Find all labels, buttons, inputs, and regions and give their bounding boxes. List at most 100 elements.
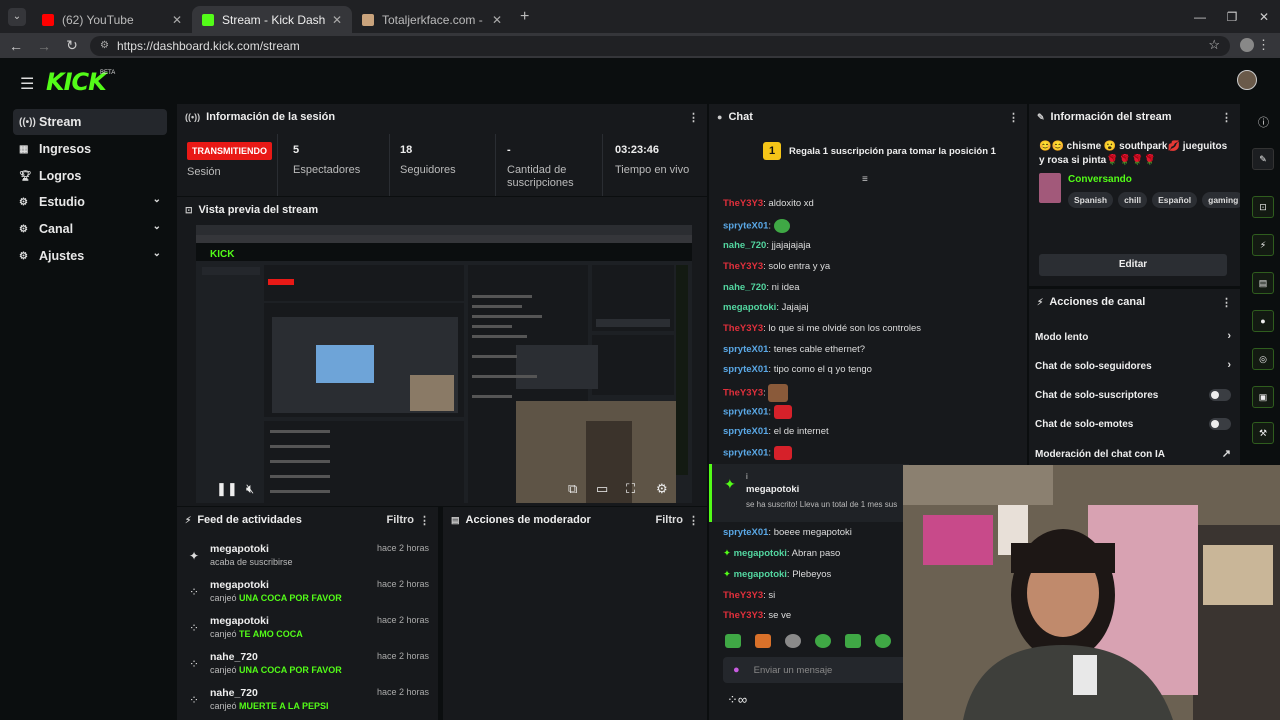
info-icon[interactable]: ⓘ — [1258, 114, 1269, 130]
kebab-menu-icon[interactable]: ⋮ — [1221, 296, 1232, 309]
gear-icon[interactable]: ⚙ — [656, 481, 668, 497]
kick-logo[interactable]: KICK — [46, 68, 107, 96]
trophy-icon: 🏆︎ — [19, 170, 32, 182]
chat-message: TheY3Y3: solo entra y ya — [723, 261, 831, 272]
action-slow-mode[interactable]: Modo lento › — [1035, 330, 1231, 343]
filter-button[interactable]: Filtro — [656, 514, 684, 526]
close-tab-icon[interactable]: ✕ — [172, 13, 182, 27]
sidebar-item-estudio[interactable]: ⚙ Estudio ⌄ — [13, 189, 167, 215]
browser-profile-avatar[interactable] — [1240, 38, 1254, 52]
hamburger-menu-icon[interactable]: ☰ — [20, 74, 34, 94]
pause-icon[interactable]: ❚❚ — [216, 481, 238, 497]
browser-menu-icon[interactable]: ⋮ — [1257, 37, 1270, 53]
activity-user: nahe_720 — [210, 687, 258, 699]
kebab-menu-icon[interactable]: ⋮ — [1008, 111, 1019, 124]
gift-sub-banner[interactable]: 1 Regala 1 suscripción para tomar la pos… — [763, 142, 996, 160]
activity-item[interactable]: ✦ megapotoki acaba de suscribirse hace 2… — [177, 537, 437, 573]
close-window-icon[interactable]: ✕ — [1248, 10, 1280, 24]
toggle-switch[interactable] — [1209, 418, 1231, 430]
list-icon[interactable]: ▤ — [1252, 272, 1274, 294]
close-tab-icon[interactable]: ✕ — [492, 13, 502, 27]
sparkle-icon: ✦ — [724, 476, 736, 492]
category-name[interactable]: Conversando — [1068, 174, 1132, 185]
stream-preview-video[interactable]: KICK ❚❚ 🔇︎ ⧉ ▭ ⛶ ⚙ — [196, 225, 692, 503]
collapse-icon[interactable]: ≡ — [862, 174, 868, 185]
chat-footer-icons[interactable]: ⁘∞ — [727, 692, 747, 708]
fullscreen-icon[interactable]: ⛶ — [626, 481, 635, 497]
emote-icon[interactable] — [875, 634, 891, 648]
microphone-icon[interactable]: ● — [733, 664, 740, 676]
followers-label: Seguidores — [400, 164, 456, 176]
broadcast-icon[interactable]: ◎ — [1252, 348, 1274, 370]
svg-text:KICK: KICK — [210, 249, 235, 260]
browser-tab-kick[interactable]: Stream - Kick Dashboard ✕ — [192, 6, 352, 33]
chat-message: spryteX01: — [723, 446, 792, 460]
sidebar-item-stream[interactable]: ((•)) Stream — [13, 109, 167, 135]
emote-icon[interactable] — [785, 634, 801, 648]
chat-bubble-icon[interactable]: ● — [1252, 310, 1274, 332]
chat-input-placeholder: Enviar un mensaje — [753, 664, 833, 676]
mute-icon[interactable]: 🔇︎ — [246, 481, 254, 497]
emote-icon[interactable] — [815, 634, 831, 648]
activity-item[interactable]: ⁘ megapotoki canjeó UNA COCA POR FAVOR h… — [177, 573, 437, 609]
window-icon[interactable]: ▣ — [1252, 386, 1274, 408]
preview-icon: ⊡ — [185, 204, 193, 215]
emote-icon[interactable] — [845, 634, 861, 648]
kebab-menu-icon[interactable]: ⋮ — [1221, 111, 1232, 124]
lightning-icon[interactable]: ⚡︎ — [1252, 234, 1274, 256]
chat-message: ✦ megapotoki: Abran paso — [723, 548, 841, 559]
sidebar-item-canal[interactable]: ⚙ Canal ⌄ — [13, 216, 167, 242]
url-field[interactable]: ⚙ https://dashboard.kick.com/stream — [90, 35, 1230, 56]
action-followers-only[interactable]: Chat de solo-seguidores › — [1035, 359, 1231, 372]
browser-tab-totaljerkface[interactable]: Totaljerkface.com - Home Of H ✕ — [352, 6, 512, 33]
kebab-menu-icon[interactable]: ⋮ — [419, 514, 430, 527]
site-info-icon[interactable]: ⚙ — [100, 40, 109, 51]
emote-icon[interactable] — [755, 634, 771, 648]
filter-button[interactable]: Filtro — [387, 514, 415, 526]
back-arrow-icon[interactable]: ← — [4, 38, 28, 54]
restore-icon[interactable]: ❐ — [1216, 10, 1248, 24]
emote-icon[interactable] — [725, 634, 741, 648]
action-subscribers-only[interactable]: Chat de solo-suscriptores — [1035, 389, 1231, 401]
minimize-icon[interactable]: — — [1184, 10, 1216, 24]
close-tab-icon[interactable]: ✕ — [332, 13, 342, 27]
kick-favicon-icon — [202, 13, 214, 26]
reload-icon[interactable]: ↻ — [60, 37, 84, 54]
edit-button[interactable]: Editar — [1039, 254, 1227, 276]
sidebar-item-logros[interactable]: 🏆︎ Logros — [13, 163, 167, 189]
activity-item[interactable]: ⁘ nahe_720 canjeó UNA COCA POR FAVOR hac… — [177, 645, 437, 681]
chat-message: ✦ megapotoki: Plebeyos — [723, 569, 832, 580]
tag[interactable]: Spanish — [1068, 192, 1114, 208]
sidebar-item-ingresos[interactable]: ▦ Ingresos — [13, 136, 167, 162]
action-emotes-only[interactable]: Chat de solo-emotes — [1035, 418, 1231, 430]
pencil-icon[interactable]: ✎ — [1252, 148, 1274, 170]
browser-tab-youtube[interactable]: (62) YouTube ✕ — [32, 6, 192, 33]
preview-icon[interactable]: ⊡ — [1252, 196, 1274, 218]
gear-icon: ⚙ — [19, 223, 28, 235]
action-ai-moderation[interactable]: Moderación del chat con IA ↗ — [1035, 448, 1231, 460]
toggle-switch[interactable] — [1209, 389, 1231, 401]
panel-title: Información de la sesión — [206, 111, 336, 123]
gear-icon: ⚙ — [19, 196, 28, 208]
kebab-menu-icon[interactable]: ⋮ — [688, 111, 699, 124]
forward-arrow-icon[interactable]: → — [32, 38, 56, 54]
activity-desc: canjeó UNA COCA POR FAVOR — [210, 593, 342, 603]
new-tab-plus-icon[interactable]: + — [520, 8, 529, 26]
sidebar-item-ajustes[interactable]: ⚙ Ajustes ⌄ — [13, 243, 167, 269]
tag[interactable]: gaming — [1202, 192, 1240, 208]
tag[interactable]: Español — [1152, 192, 1198, 208]
activity-item[interactable]: ⁘ megapotoki canjeó TE AMO COCA hace 2 h… — [177, 609, 437, 645]
kebab-menu-icon[interactable]: ⋮ — [688, 514, 699, 527]
theater-icon[interactable]: ▭ — [596, 481, 608, 497]
tag[interactable]: chill — [1118, 192, 1148, 208]
user-avatar[interactable] — [1237, 70, 1257, 90]
tab-search-button[interactable]: ⌄ — [8, 7, 26, 26]
wrench-icon[interactable]: ⚒ — [1252, 422, 1274, 444]
emote-icon — [768, 384, 789, 402]
pip-icon[interactable]: ⧉ — [568, 481, 577, 497]
bookmark-star-icon[interactable]: ☆ — [1208, 37, 1220, 53]
page-favicon-icon — [362, 13, 374, 26]
viewers-stat: 5 Espectadores — [293, 144, 360, 177]
activity-item[interactable]: ⁘ nahe_720 canjeó MUERTE A LA PEPSI hace… — [177, 681, 437, 717]
chat-message: spryteX01: — [723, 219, 790, 233]
